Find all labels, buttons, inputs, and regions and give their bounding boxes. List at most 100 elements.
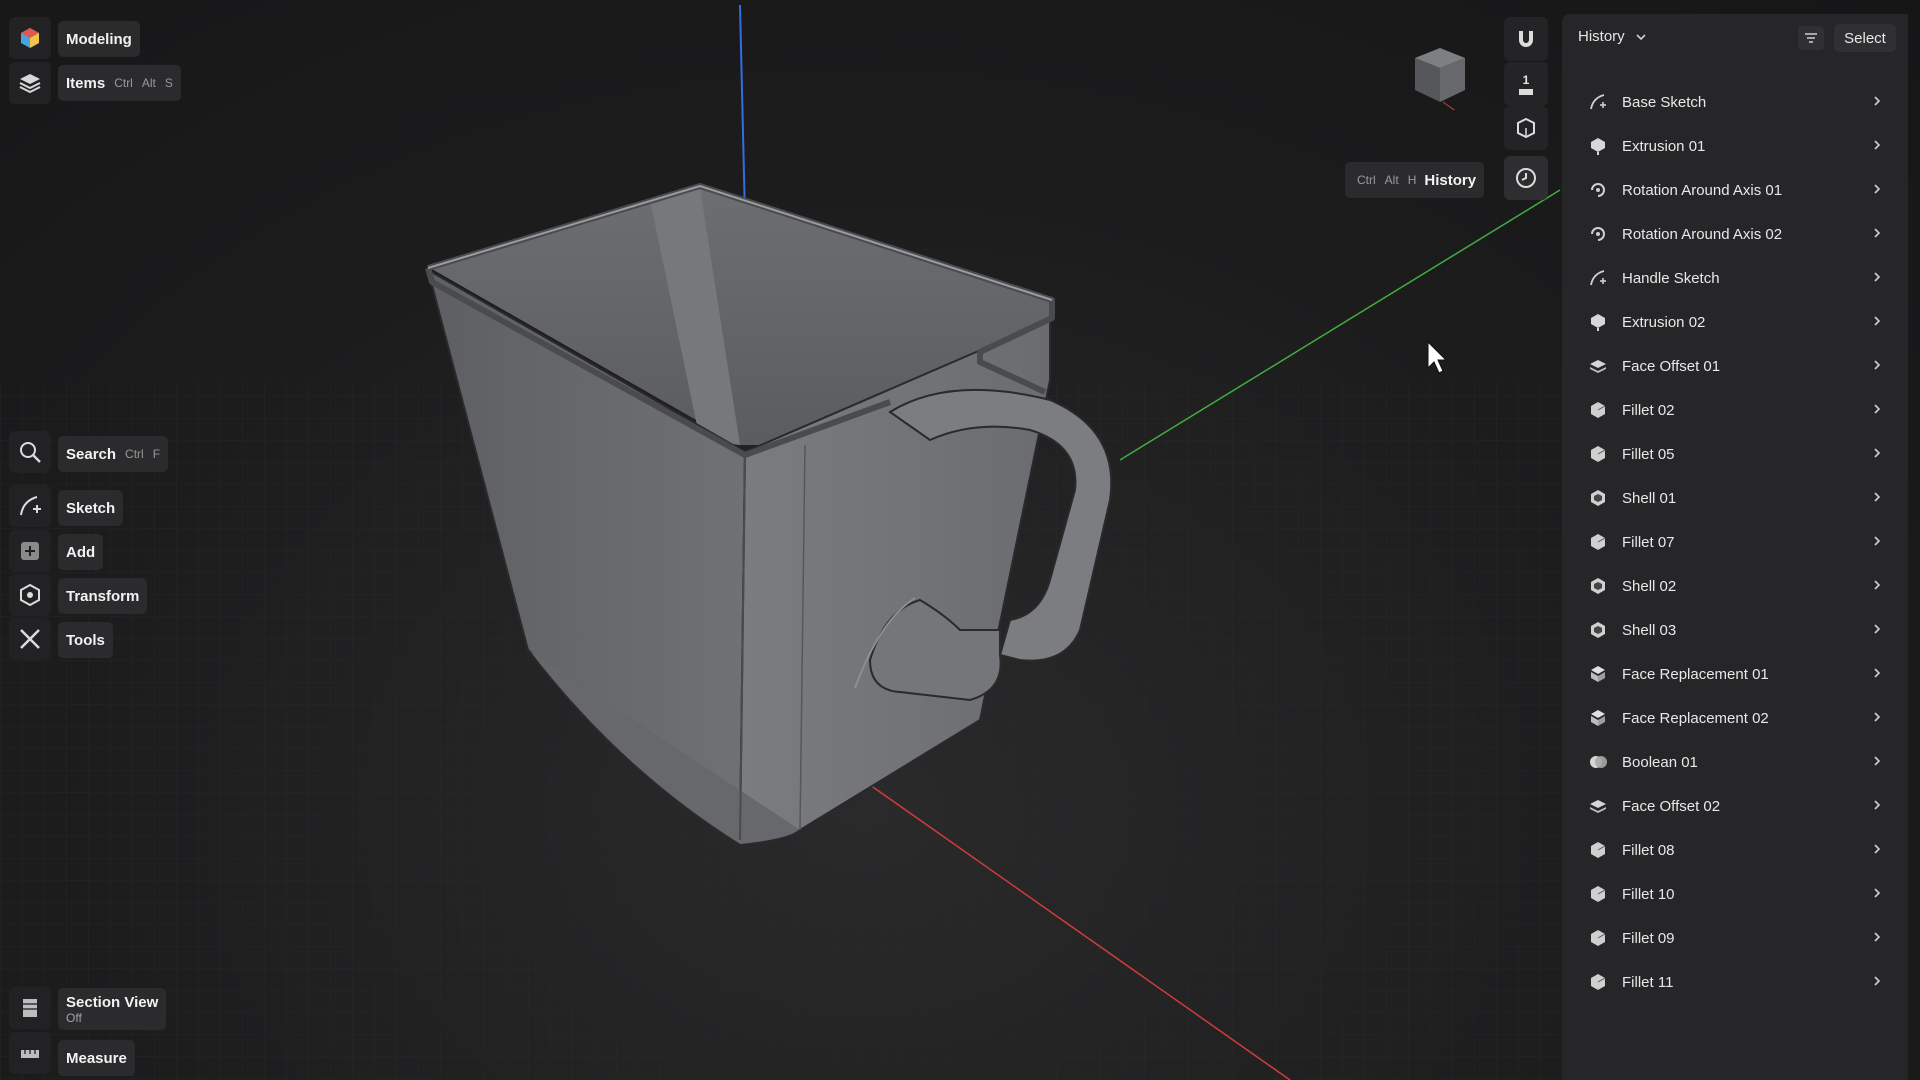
transform-icon-button[interactable]	[9, 574, 51, 616]
face-offset-icon	[1588, 796, 1608, 816]
chevron-right-icon	[1872, 930, 1886, 946]
view-count-label: 1	[1522, 73, 1530, 87]
search-button[interactable]: Search Ctrl F	[58, 436, 169, 472]
history-item-label: Fillet 08	[1622, 841, 1675, 859]
history-clock-button[interactable]	[1504, 156, 1548, 200]
history-item-label: Extrusion 01	[1622, 137, 1706, 155]
measure-icon-button[interactable]	[9, 1032, 51, 1074]
section-view-icon	[23, 999, 37, 1017]
mouse-cursor	[1427, 340, 1448, 374]
filter-icon	[1805, 33, 1817, 43]
layers-icon	[19, 74, 41, 94]
shortcut-key: S	[164, 76, 173, 90]
history-item[interactable]: Face Replacement 02	[1570, 698, 1900, 738]
add-icon	[21, 542, 39, 560]
history-item-label: Face Offset 01	[1622, 357, 1721, 375]
sketch-icon-button[interactable]	[9, 485, 51, 527]
history-item-label: Face Replacement 01	[1622, 665, 1769, 683]
modeling-icon-button[interactable]	[9, 17, 51, 59]
select-button[interactable]: Select	[1834, 24, 1896, 52]
chevron-right-icon	[1872, 842, 1886, 858]
fillet-icon	[1588, 840, 1608, 860]
cube-logo-icon	[21, 28, 39, 48]
view-count-button[interactable]: 1	[1504, 62, 1548, 106]
history-item[interactable]: Base Sketch	[1570, 82, 1900, 122]
measure-icon	[21, 1050, 39, 1058]
history-item[interactable]: Rotation Around Axis 01	[1570, 170, 1900, 210]
history-item[interactable]: Fillet 11	[1570, 962, 1900, 1002]
face-offset-icon	[1588, 356, 1608, 376]
history-item[interactable]: Face Offset 01	[1570, 346, 1900, 386]
shortcut-key: H	[1407, 173, 1417, 187]
filter-button[interactable]	[1798, 26, 1824, 50]
tools-button[interactable]: Tools	[58, 622, 113, 658]
snap-button[interactable]	[1504, 17, 1548, 61]
tools-icon-button[interactable]	[9, 618, 51, 660]
chevron-right-icon	[1872, 666, 1886, 682]
history-item[interactable]: Handle Sketch	[1570, 258, 1900, 298]
history-item-label: Shell 01	[1622, 489, 1677, 507]
extrusion-icon	[1588, 312, 1608, 332]
section-view-button[interactable]: Section View Off	[58, 988, 167, 1030]
history-item-label: Boolean 01	[1622, 753, 1698, 771]
history-item[interactable]: Fillet 08	[1570, 830, 1900, 870]
history-item[interactable]: Boolean 01	[1570, 742, 1900, 782]
history-item-label: Fillet 02	[1622, 401, 1675, 419]
shell-icon	[1588, 576, 1608, 596]
projection-button[interactable]	[1504, 106, 1548, 150]
history-item[interactable]: Shell 02	[1570, 566, 1900, 606]
transform-button[interactable]: Transform	[58, 578, 148, 614]
history-item[interactable]: Fillet 07	[1570, 522, 1900, 562]
perspective-icon	[1517, 117, 1535, 139]
shortcut-key: Alt	[1384, 173, 1399, 187]
shortcut-key: Alt	[141, 76, 156, 90]
view-cube[interactable]	[1405, 40, 1475, 110]
search-icon-button[interactable]	[9, 431, 51, 473]
section-view-state: Off	[66, 1010, 82, 1025]
chevron-right-icon	[1872, 798, 1886, 814]
chevron-right-icon	[1872, 226, 1886, 242]
shortcut-key: F	[152, 447, 161, 461]
chevron-down-icon	[1636, 33, 1646, 40]
chevron-right-icon	[1872, 710, 1886, 726]
add-button[interactable]: Add	[58, 534, 104, 570]
chevron-right-icon	[1872, 886, 1886, 902]
section-view-icon-button[interactable]	[9, 987, 51, 1029]
history-item[interactable]: Fillet 09	[1570, 918, 1900, 958]
modeling-workspace-label[interactable]: Modeling	[58, 21, 140, 57]
history-item[interactable]: Rotation Around Axis 02	[1570, 214, 1900, 254]
history-item[interactable]: Fillet 10	[1570, 874, 1900, 914]
history-item-label: Fillet 05	[1622, 445, 1675, 463]
history-toggle-label: History	[1424, 171, 1477, 189]
chevron-right-icon	[1872, 314, 1886, 330]
history-dropdown[interactable]: History	[1578, 28, 1647, 45]
measure-button[interactable]: Measure	[58, 1040, 135, 1076]
history-item[interactable]: Fillet 02	[1570, 390, 1900, 430]
history-item-label: Base Sketch	[1622, 93, 1707, 111]
chevron-right-icon	[1872, 974, 1886, 990]
history-item-label: Handle Sketch	[1622, 269, 1720, 287]
items-icon-button[interactable]	[9, 62, 51, 104]
chevron-right-icon	[1872, 358, 1886, 374]
shortcut-key: Ctrl	[125, 447, 144, 461]
face-replacement-icon	[1588, 664, 1608, 684]
history-item[interactable]: Shell 01	[1570, 478, 1900, 518]
history-toggle-button[interactable]: Ctrl Alt H History	[1345, 162, 1485, 198]
history-item[interactable]: Fillet 05	[1570, 434, 1900, 474]
history-item[interactable]: Face Replacement 01	[1570, 654, 1900, 694]
history-item-label: Shell 03	[1622, 621, 1677, 639]
history-item[interactable]: Face Offset 02	[1570, 786, 1900, 826]
chevron-right-icon	[1872, 490, 1886, 506]
history-item[interactable]: Extrusion 02	[1570, 302, 1900, 342]
sketch-icon	[20, 496, 41, 516]
rotation-icon	[1588, 224, 1608, 244]
sketch-button[interactable]: Sketch	[58, 490, 124, 526]
transform-icon	[20, 583, 40, 607]
history-item[interactable]: Shell 03	[1570, 610, 1900, 650]
history-item-label: Face Offset 02	[1622, 797, 1721, 815]
history-item[interactable]: Extrusion 01	[1570, 126, 1900, 166]
fillet-icon	[1588, 928, 1608, 948]
items-button[interactable]: Items Ctrl Alt S	[58, 65, 181, 101]
history-panel: History Select Base Sketch Extrusion 01 Ro…	[1562, 14, 1908, 1080]
add-icon-button[interactable]	[9, 530, 51, 572]
